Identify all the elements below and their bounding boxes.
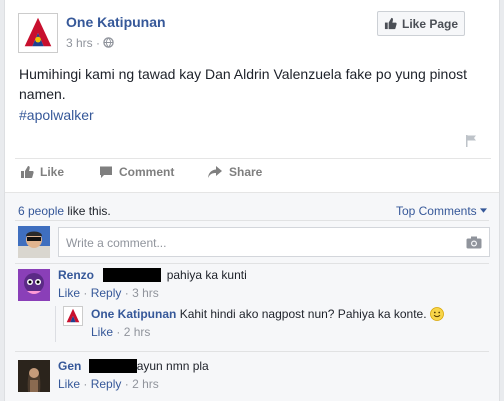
comment-reply-link[interactable]: Reply (91, 377, 122, 391)
comments-section: 6 people like this. Top Comments Write a… (5, 192, 499, 401)
comment-action-button[interactable]: Comment (99, 165, 174, 179)
comment-reply-link[interactable]: Reply (91, 286, 122, 300)
post-meta: 3 hrs · (66, 36, 115, 50)
reply-thread-line (55, 306, 56, 342)
divider (15, 351, 489, 352)
share-action-label: Share (229, 165, 263, 179)
page-avatar[interactable] (18, 13, 58, 53)
comment-time[interactable]: 3 hrs (132, 286, 159, 300)
commenter-avatar[interactable] (18, 360, 50, 392)
top-comments-dropdown[interactable]: Top Comments (396, 204, 487, 218)
top-comments-label: Top Comments (395, 204, 477, 218)
commenter-avatar[interactable] (18, 269, 50, 301)
comment-icon (100, 166, 112, 178)
thumbs-up-icon (21, 166, 34, 178)
comment-actions: Like · Reply · 3 hrs (58, 286, 159, 300)
redaction-block (103, 268, 162, 282)
smiley-emoji-icon (429, 307, 444, 321)
comment-text: pahiya ka kunti (166, 268, 247, 282)
comment-text: ayun nmn pla (136, 359, 209, 373)
share-arrow-icon (208, 166, 222, 178)
like-action-button[interactable]: Like (20, 165, 64, 179)
post-card: One Katipunan 3 hrs · Like Page Humihing… (4, 0, 500, 401)
like-page-button[interactable]: Like Page (377, 11, 465, 36)
comment-actions: Like · Reply · 2 hrs (58, 377, 159, 391)
thumbs-up-icon (384, 17, 397, 30)
post-timestamp[interactable]: 3 hrs (66, 36, 93, 50)
comment-input-placeholder: Write a comment... (66, 236, 167, 250)
comment-like-link[interactable]: Like (58, 377, 80, 391)
reply-avatar[interactable] (63, 306, 83, 326)
redaction-block (88, 359, 137, 373)
comment-action-label: Comment (119, 165, 175, 179)
comment-input[interactable]: Write a comment... (58, 227, 490, 257)
post-action-bar: Like Comment Share (15, 158, 491, 188)
page-name[interactable]: One Katipunan (66, 14, 166, 30)
comment-like-link[interactable]: Like (58, 286, 80, 300)
likes-suffix: like this. (64, 204, 111, 218)
comment-text: Kahit hindi ako nagpost nun? Pahiya ka k… (179, 307, 427, 321)
comment-actions: Like · 2 hrs (91, 325, 151, 339)
divider (15, 220, 489, 221)
globe-icon[interactable] (103, 37, 115, 48)
caret-down-icon (480, 208, 487, 213)
flag-icon[interactable] (465, 134, 477, 148)
comment-like-link[interactable]: Like (91, 325, 113, 339)
comment-row: Gen ayun nmn pla (58, 359, 209, 373)
user-avatar[interactable] (18, 226, 50, 258)
post-text: Humihingi kami ng tawad kay Dan Aldrin V… (19, 66, 467, 102)
hashtag-link[interactable]: #apolwalker (19, 107, 94, 123)
like-action-label: Like (40, 165, 65, 179)
comment-time[interactable]: 2 hrs (132, 377, 159, 391)
comment-time[interactable]: 2 hrs (124, 325, 151, 339)
commenter-name[interactable]: Renzo (58, 268, 94, 282)
comment-row: Renzo pahiya ka kunti (58, 268, 247, 282)
separator-dot: · (96, 36, 104, 50)
commenter-name[interactable]: One Katipunan (91, 307, 176, 321)
share-action-button[interactable]: Share (207, 165, 262, 179)
divider (15, 263, 489, 264)
camera-icon[interactable] (466, 236, 482, 249)
commenter-name[interactable]: Gen (58, 359, 81, 373)
reply-row: One Katipunan Kahit hindi ako nagpost nu… (91, 307, 444, 321)
likes-count-link[interactable]: 6 people (18, 204, 64, 218)
like-page-label: Like Page (401, 16, 459, 31)
likes-summary: 6 people like this. (18, 204, 111, 218)
